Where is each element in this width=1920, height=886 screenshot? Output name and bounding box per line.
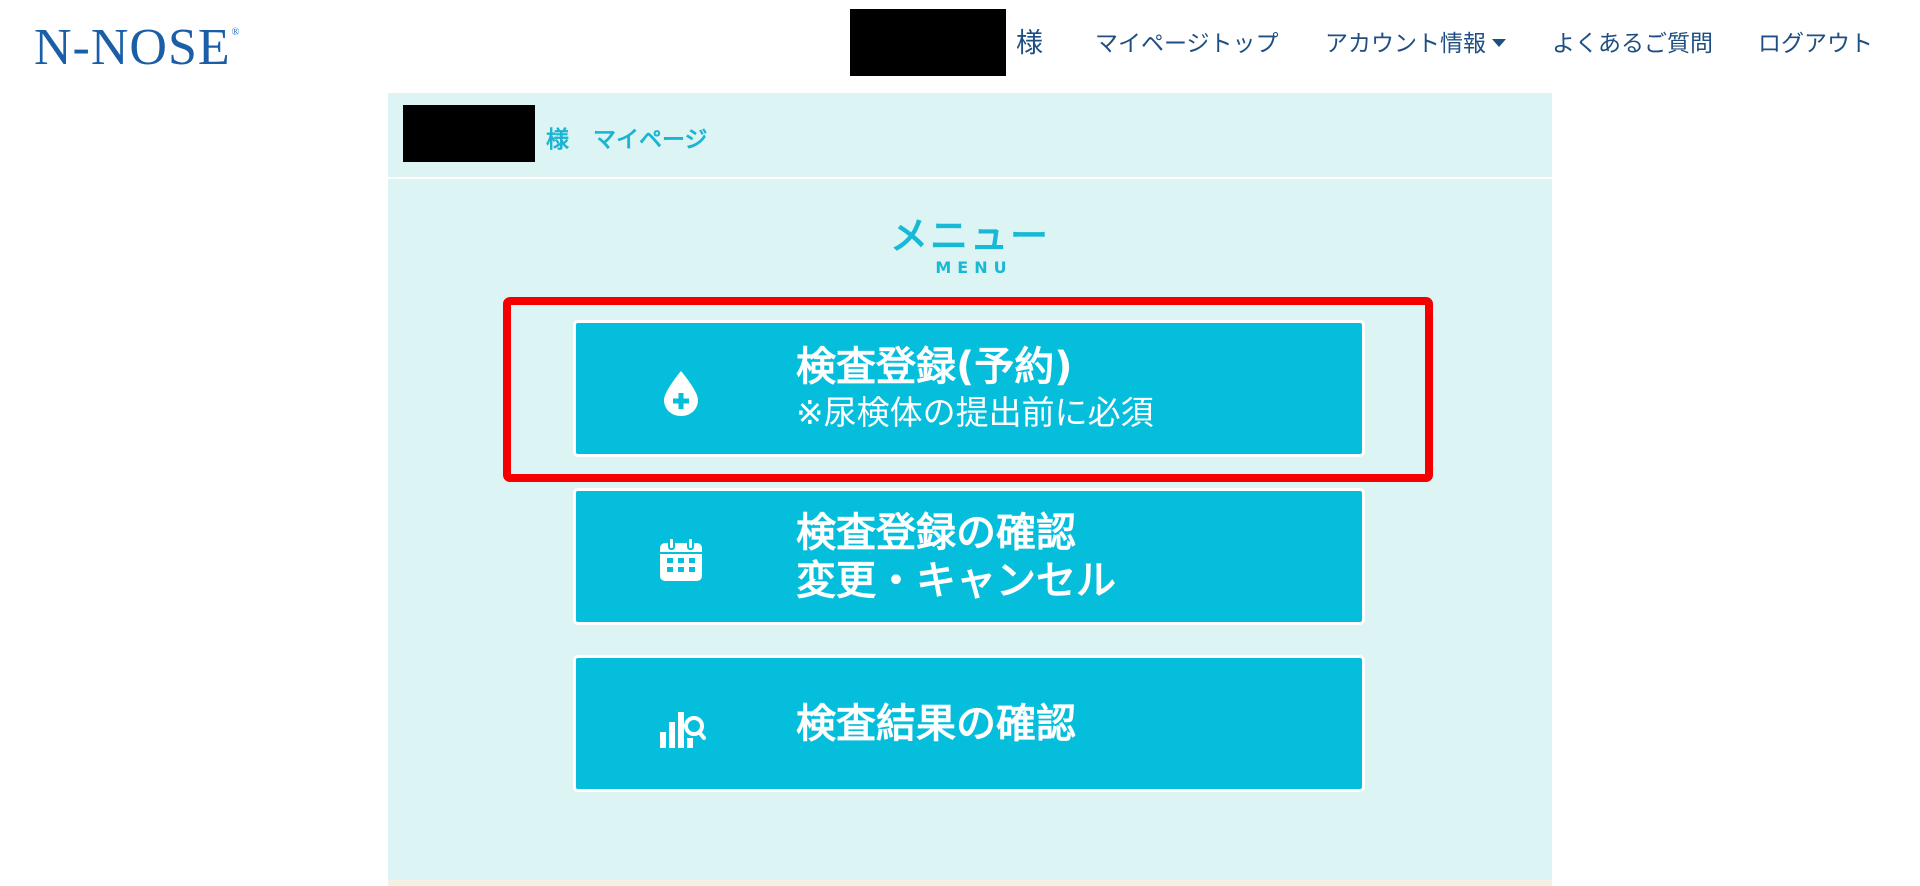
footer-strip (388, 880, 1552, 886)
breadcrumb-mypage: マイページ (593, 127, 708, 153)
user-honorific: 様 (1016, 28, 1043, 59)
caret-down-icon (1492, 39, 1506, 47)
n-nose-logo[interactable]: N-NOSE® (34, 22, 239, 74)
confirm-change-cancel-button[interactable]: 検査登録の確認 変更・キャンセル (573, 488, 1365, 625)
breadcrumb-bar: 様マイページ (388, 93, 1552, 179)
page: N-NOSE® 様 マイページトップ アカウント情報 よくあるご質問 ログアウト… (0, 0, 1920, 886)
chart-search-icon (660, 712, 706, 748)
menu-subtitle: MENU (935, 258, 1013, 277)
nav-mypage-top-link[interactable]: マイページトップ (1095, 28, 1279, 60)
nav-logout-link[interactable]: ログアウト (1758, 28, 1873, 60)
breadcrumb-honorific: 様 (546, 127, 569, 153)
check-results-text: 検査結果の確認 (796, 658, 1076, 789)
calendar-icon (660, 537, 702, 581)
nav-account-info-dropdown[interactable]: アカウント情報 (1325, 28, 1506, 60)
menu-title: メニュー (889, 214, 1050, 258)
blood-drop-plus-icon (664, 371, 698, 416)
change-cancel-label: 変更・キャンセル (796, 557, 1116, 604)
nav-account-info-label: アカウント情報 (1325, 31, 1486, 57)
logo-text: N-NOSE (34, 19, 231, 76)
confirm-change-cancel-text: 検査登録の確認 変更・キャンセル (796, 491, 1116, 622)
exam-registration-text: 検査登録(予約) ※尿検体の提出前に必須 (796, 323, 1154, 454)
mypage-panel: 様マイページ メニュー MENU 検査登録(予約) ※尿検体の提出前に必須 検査… (388, 93, 1552, 886)
redacted-user-name (850, 9, 1006, 76)
nav-faq-link[interactable]: よくあるご質問 (1552, 28, 1713, 60)
exam-registration-label: 検査登録(予約) (796, 343, 1073, 390)
confirm-registration-label: 検査登録の確認 (796, 509, 1076, 556)
check-results-button[interactable]: 検査結果の確認 (573, 655, 1365, 792)
check-results-label: 検査結果の確認 (796, 700, 1076, 747)
exam-registration-button[interactable]: 検査登録(予約) ※尿検体の提出前に必須 (573, 320, 1365, 457)
redacted-breadcrumb-name (403, 105, 535, 162)
registered-mark: ® (231, 27, 241, 38)
breadcrumb: 様マイページ (546, 120, 708, 154)
exam-registration-note: ※尿検体の提出前に必須 (796, 392, 1154, 432)
